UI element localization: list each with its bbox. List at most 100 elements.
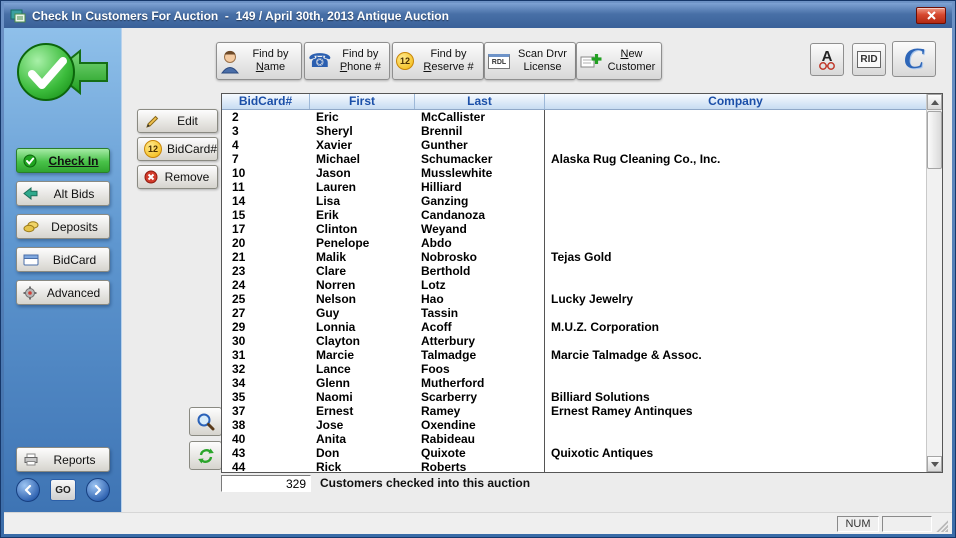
scroll-up-button[interactable] — [927, 94, 942, 110]
sidebar-button-deposits[interactable]: Deposits — [16, 214, 110, 239]
sidebar-button-advanced[interactable]: Advanced — [16, 280, 110, 305]
cell-first: Lauren — [310, 180, 415, 194]
table-row[interactable]: 34 Glenn Mutherford — [222, 376, 926, 390]
find-phone-label-2: Phone # — [335, 61, 386, 74]
cell-bidcard: 44 — [222, 460, 310, 472]
refresh-button[interactable] — [189, 441, 222, 470]
find-by-reserve-button[interactable]: 12 Find by Reserve # — [392, 42, 484, 80]
cell-bidcard: 38 — [222, 418, 310, 432]
table-row[interactable]: 30 Clayton Atterbury — [222, 334, 926, 348]
cell-bidcard: 14 — [222, 194, 310, 208]
window-body: Check In Alt Bids Deposits — [4, 28, 952, 534]
cell-company — [545, 460, 926, 472]
cell-first: Naomi — [310, 390, 415, 404]
sidebar-button-reports[interactable]: Reports — [16, 447, 110, 472]
header-company[interactable]: Company — [545, 94, 926, 109]
header-last[interactable]: Last — [415, 94, 545, 109]
cell-last: Scarberry — [415, 390, 545, 404]
cell-bidcard: 27 — [222, 306, 310, 320]
cell-first: Jason — [310, 166, 415, 180]
rid-button[interactable]: RID — [852, 43, 886, 76]
coins-icon — [23, 220, 39, 233]
app-window: Check In Customers For Auction - 149 / A… — [0, 0, 956, 538]
table-row[interactable]: 24 Norren Lotz — [222, 278, 926, 292]
table-row[interactable]: 25 Nelson Hao Lucky Jewelry — [222, 292, 926, 306]
find-by-phone-button[interactable]: ☎ Find by Phone # — [304, 42, 390, 80]
table-row[interactable]: 14 Lisa Ganzing — [222, 194, 926, 208]
reports-label: Reports — [44, 453, 105, 467]
table-row[interactable]: 29 Lonnia Acoff M.U.Z. Corporation — [222, 320, 926, 334]
edit-button[interactable]: Edit — [137, 109, 218, 133]
cell-company: Lucky Jewelry — [545, 292, 926, 306]
sidebar-button-alt-bids[interactable]: Alt Bids — [16, 181, 110, 206]
scroll-down-button[interactable] — [927, 456, 942, 472]
new-customer-label-1: New — [605, 48, 658, 61]
new-customer-button[interactable]: New Customer — [576, 42, 662, 80]
resize-grip[interactable] — [935, 519, 948, 532]
vertical-scrollbar[interactable] — [926, 94, 942, 472]
table-row[interactable]: 20 Penelope Abdo — [222, 236, 926, 250]
table-row[interactable]: 10 Jason Musslewhite — [222, 166, 926, 180]
table-row[interactable]: 40 Anita Rabideau — [222, 432, 926, 446]
cell-last: Candanoza — [415, 208, 545, 222]
table-row[interactable]: 11 Lauren Hilliard — [222, 180, 926, 194]
cell-first: Xavier — [310, 138, 415, 152]
cell-bidcard: 23 — [222, 264, 310, 278]
table-row[interactable]: 3 Sheryl Brennil — [222, 124, 926, 138]
cell-bidcard: 29 — [222, 320, 310, 334]
back-button[interactable] — [16, 478, 40, 502]
cell-last: Abdo — [415, 236, 545, 250]
cell-last: Rabideau — [415, 432, 545, 446]
cell-company: Billiard Solutions — [545, 390, 926, 404]
scan-license-button[interactable]: RDL Scan Drvr License — [484, 42, 576, 80]
cell-last: Roberts — [415, 460, 545, 472]
table-row[interactable]: 17 Clinton Weyand — [222, 222, 926, 236]
cell-last: Acoff — [415, 320, 545, 334]
remove-button[interactable]: Remove — [137, 165, 218, 189]
table-row[interactable]: 32 Lance Foos — [222, 362, 926, 376]
find-by-name-button[interactable]: Find by Name — [216, 42, 302, 80]
cell-first: Lisa — [310, 194, 415, 208]
checked-in-count: 329 — [221, 475, 311, 492]
table-row[interactable]: 31 Marcie Talmadge Marcie Talmadge & Ass… — [222, 348, 926, 362]
cell-first: Don — [310, 446, 415, 460]
remove-x-icon — [144, 170, 158, 184]
cell-first: Clayton — [310, 334, 415, 348]
bidcard-number-button[interactable]: 12 BidCard# — [137, 137, 218, 161]
forward-button[interactable] — [86, 478, 110, 502]
header-first[interactable]: First — [310, 94, 415, 109]
brand-logo-button[interactable]: C — [892, 41, 936, 77]
table-row[interactable]: 27 Guy Tassin — [222, 306, 926, 320]
table-row[interactable]: 44 Rick Roberts — [222, 460, 926, 472]
go-button[interactable]: GO — [50, 479, 76, 501]
table-row[interactable]: 23 Clare Berthold — [222, 264, 926, 278]
table-row[interactable]: 38 Jose Oxendine — [222, 418, 926, 432]
cell-bidcard: 2 — [222, 110, 310, 124]
table-row[interactable]: 21 Malik Nobrosko Tejas Gold — [222, 250, 926, 264]
cell-bidcard: 25 — [222, 292, 310, 306]
table-row[interactable]: 15 Erik Candanoza — [222, 208, 926, 222]
table-row[interactable]: 2 Eric McCallister — [222, 110, 926, 124]
cell-company — [545, 138, 926, 152]
table-row[interactable]: 7 Michael Schumacker Alaska Rug Cleaning… — [222, 152, 926, 166]
table-row[interactable]: 43 Don Quixote Quixotic Antiques — [222, 446, 926, 460]
scrollbar-thumb[interactable] — [927, 111, 942, 169]
table-row[interactable]: 37 Ernest Ramey Ernest Ramey Antinques — [222, 404, 926, 418]
font-lookup-button[interactable]: A — [810, 43, 844, 76]
cell-first: Sheryl — [310, 124, 415, 138]
close-button[interactable] — [916, 7, 946, 24]
sidebar-button-check-in[interactable]: Check In — [16, 148, 110, 173]
header-bidcard[interactable]: BidCard# — [222, 94, 310, 109]
sidebar-button-bidcard[interactable]: BidCard — [16, 247, 110, 272]
search-button[interactable] — [189, 407, 222, 436]
cell-first: Norren — [310, 278, 415, 292]
table-body: 2 Eric McCallister 3 Sheryl Brennil 4 — [222, 110, 926, 472]
cell-first: Nelson — [310, 292, 415, 306]
cell-company — [545, 236, 926, 250]
cell-company — [545, 194, 926, 208]
table-row[interactable]: 4 Xavier Gunther — [222, 138, 926, 152]
table-row[interactable]: 35 Naomi Scarberry Billiard Solutions — [222, 390, 926, 404]
cell-bidcard: 15 — [222, 208, 310, 222]
cell-bidcard: 43 — [222, 446, 310, 460]
cell-bidcard: 4 — [222, 138, 310, 152]
